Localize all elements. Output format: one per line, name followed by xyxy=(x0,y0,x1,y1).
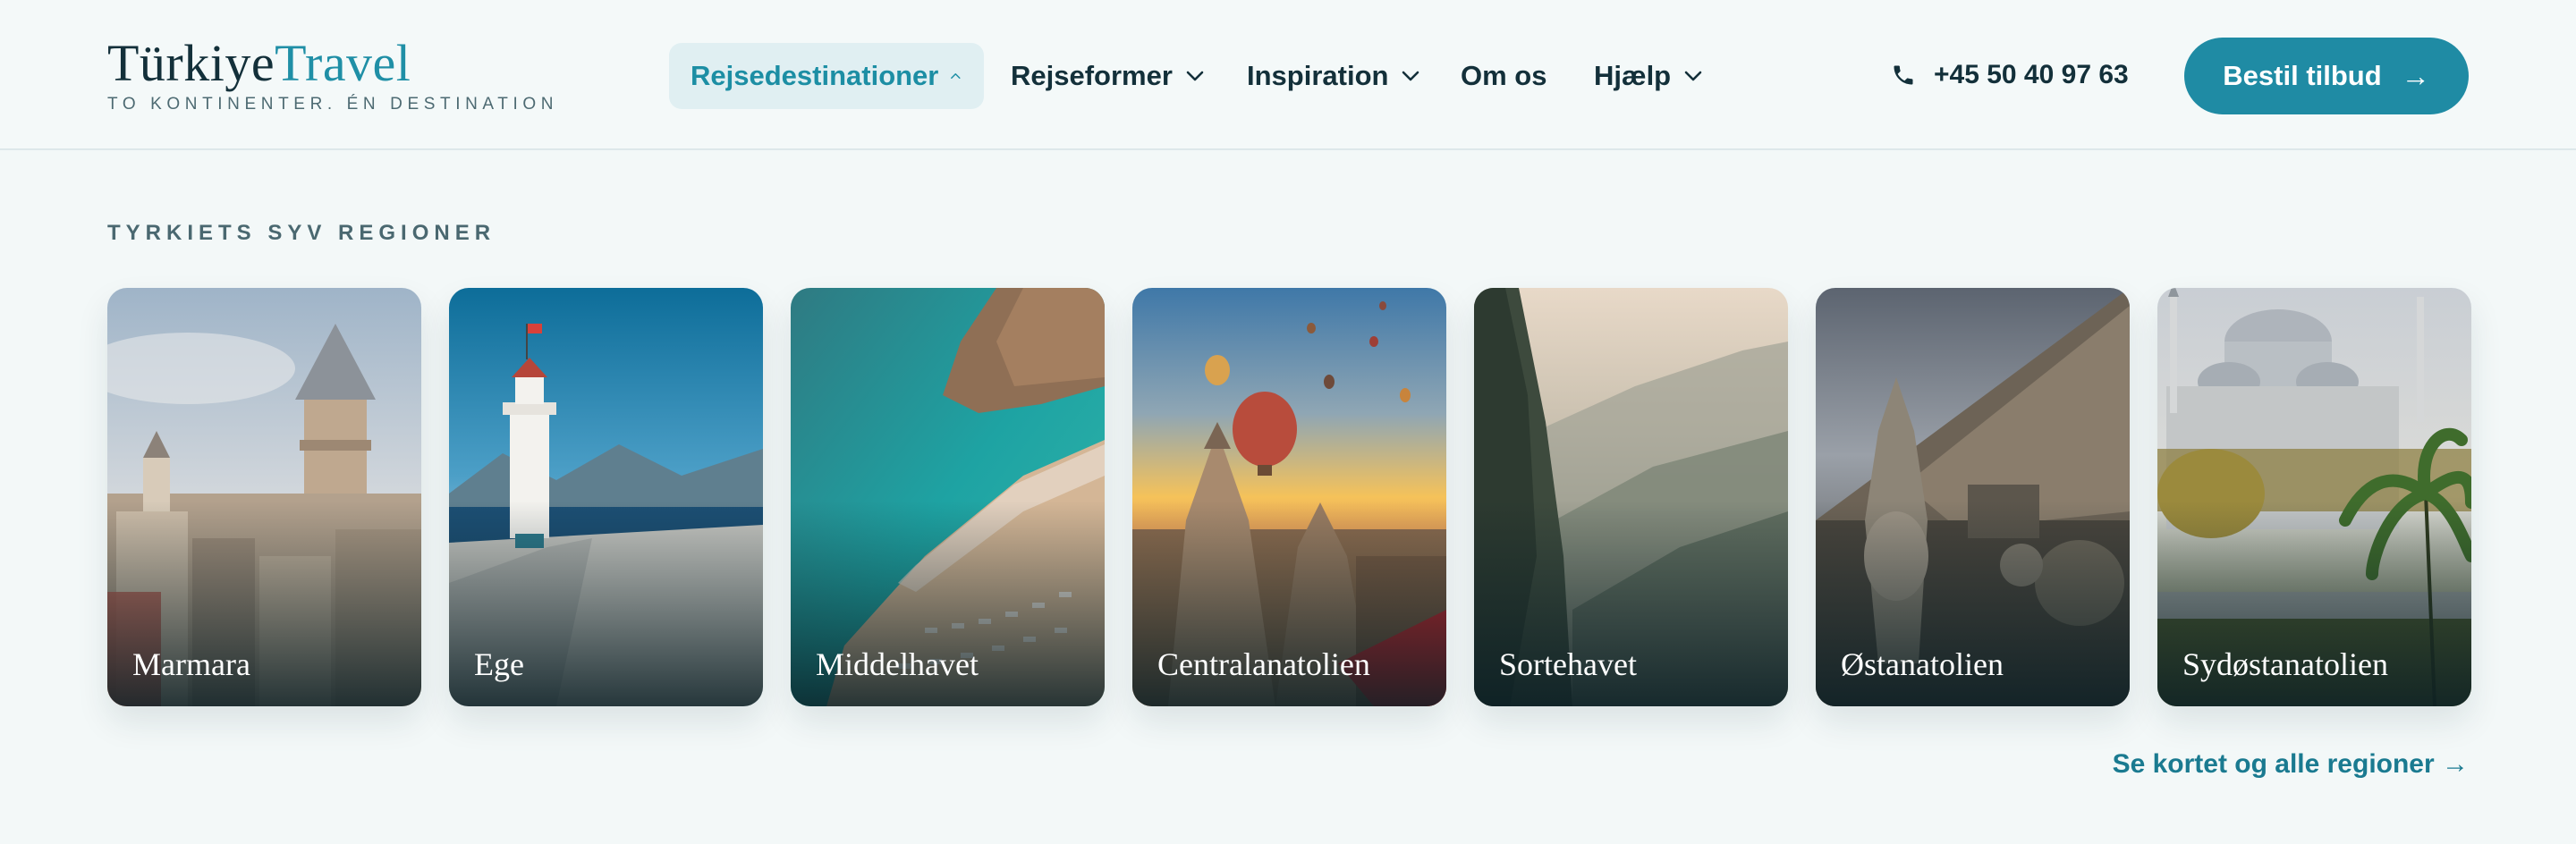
brand-name-part2: Travel xyxy=(275,34,411,92)
nav-item-rejsedestinationer[interactable]: Rejsedestinationer xyxy=(669,43,984,109)
region-name: Sydøstanatolien xyxy=(2182,646,2388,682)
region-card-ege[interactable]: Ege xyxy=(449,288,763,706)
region-card-sydostanatolien[interactable]: Sydøstanatolien xyxy=(2157,288,2471,706)
brand-name: TürkiyeTravel xyxy=(107,34,558,93)
region-name: Marmara xyxy=(132,646,250,682)
nav-item-inspiration[interactable]: Inspiration xyxy=(1247,43,1422,109)
region-name: Ege xyxy=(474,646,524,682)
cta-label: Bestil tilbud xyxy=(2223,60,2382,91)
region-name: Middelhavet xyxy=(816,646,979,682)
nav-item-label: Om os xyxy=(1461,60,1547,91)
map-all-regions-link[interactable]: Se kortet og alle regioner → xyxy=(2113,749,2469,780)
region-name: Østanatolien xyxy=(1841,646,2004,682)
chevron-down-icon xyxy=(1186,71,1204,81)
bestil-tilbud-button[interactable]: Bestil tilbud → xyxy=(2184,38,2469,114)
section-heading: TYRKIETS SYV REGIONER xyxy=(107,221,496,245)
region-card-sortehavet[interactable]: Sortehavet xyxy=(1474,288,1788,706)
region-card-marmara[interactable]: Marmara xyxy=(107,288,421,706)
chevron-up-icon xyxy=(951,73,961,79)
region-card-ostanatolien[interactable]: Østanatolien xyxy=(1816,288,2130,706)
brand-logo[interactable]: TürkiyeTravel TO KONTINENTER. ÉN DESTINA… xyxy=(107,34,558,114)
region-name: Centralanatolien xyxy=(1157,646,1370,682)
chevron-down-icon xyxy=(1402,71,1419,81)
region-name: Sortehavet xyxy=(1499,646,1637,682)
nav-item-hjaelp[interactable]: Hjælp xyxy=(1594,43,1705,109)
brand-name-part1: Türkiye xyxy=(107,34,275,92)
nav-item-label: Inspiration xyxy=(1247,60,1389,91)
phone-icon xyxy=(1894,65,1913,85)
nav-item-label: Rejsedestinationer xyxy=(691,60,939,91)
site-header: TürkiyeTravel TO KONTINENTER. ÉN DESTINA… xyxy=(0,0,2576,150)
phone-number: +45 50 40 97 63 xyxy=(1934,60,2129,89)
nav-item-label: Rejseformer xyxy=(1011,60,1173,91)
brand-tagline: TO KONTINENTER. ÉN DESTINATION xyxy=(107,95,559,114)
region-card-centralanatolien[interactable]: Centralanatolien xyxy=(1132,288,1446,706)
arrow-right-icon: → xyxy=(2401,59,2430,92)
chevron-down-icon xyxy=(1684,71,1702,81)
nav-item-rejseformer[interactable]: Rejseformer xyxy=(1011,43,1207,109)
region-card-middelhavet[interactable]: Middelhavet xyxy=(791,288,1105,706)
nav-item-label: Hjælp xyxy=(1594,60,1672,91)
phone-link[interactable]: +45 50 40 97 63 xyxy=(1891,55,2129,95)
nav-item-om-os[interactable]: Om os xyxy=(1461,43,1546,109)
